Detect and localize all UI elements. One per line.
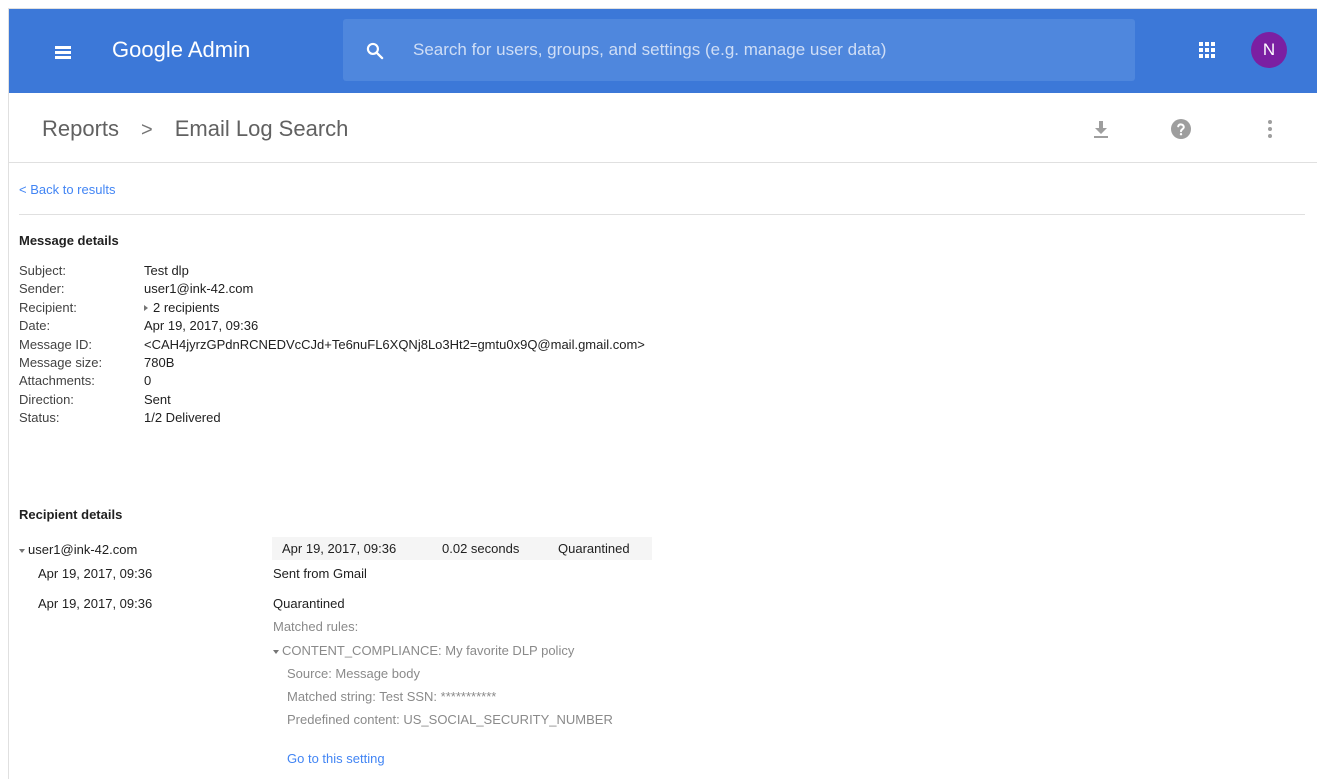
expand-arrow-icon[interactable]	[144, 305, 148, 312]
detail-row-status: Status: 1/2 Delivered	[19, 409, 645, 427]
detail-value: 780B	[144, 354, 175, 370]
collapse-arrow-icon[interactable]	[273, 649, 279, 654]
breadcrumb: Reports > Email Log Search	[42, 115, 348, 144]
message-details-heading: Message details	[19, 233, 119, 248]
collapse-arrow-icon[interactable]	[19, 548, 25, 553]
divider	[19, 214, 1305, 215]
recipients-expander[interactable]: 2 recipients	[144, 300, 219, 315]
apps-grid-icon[interactable]	[1199, 42, 1215, 58]
rule-toggle[interactable]: CONTENT_COMPLIANCE: My favorite DLP poli…	[273, 643, 574, 658]
recipient-address: user1@ink-42.com	[28, 542, 138, 557]
search-box[interactable]	[343, 19, 1135, 81]
detail-row-direction: Direction: Sent	[19, 391, 645, 409]
recipient-toggle[interactable]: user1@ink-42.com	[19, 542, 137, 557]
app-title[interactable]: Google Admin	[112, 35, 250, 65]
event-date: Apr 19, 2017, 09:36	[38, 596, 153, 611]
page-header: Reports > Email Log Search	[9, 93, 1317, 163]
back-to-results-link[interactable]: < Back to results	[19, 182, 115, 197]
detail-value: Apr 19, 2017, 09:36	[144, 318, 259, 334]
summary-date: Apr 19, 2017, 09:36	[282, 541, 397, 556]
detail-value: <CAH4jyrzGPdnRCNEDVcCJd+Te6nuFL6XQNj8Lo3…	[144, 336, 645, 352]
admin-window: Google Admin N Reports > Email Log Search	[8, 8, 1317, 779]
rule-predefined-content: Predefined content: US_SOCIAL_SECURITY_N…	[287, 712, 613, 727]
more-vert-icon[interactable]	[1258, 117, 1282, 141]
breadcrumb-reports[interactable]: Reports	[42, 116, 119, 141]
event-date: Apr 19, 2017, 09:36	[38, 566, 153, 581]
detail-value: Sent	[144, 391, 171, 407]
detail-label: Sender:	[19, 281, 65, 297]
detail-row-message-id: Message ID: <CAH4jyrzGPdnRCNEDVcCJd+Te6nu…	[19, 336, 645, 354]
summary-duration: 0.02 seconds	[442, 541, 520, 556]
recipient-summary: Apr 19, 2017, 09:36 0.02 seconds Quarant…	[272, 537, 652, 560]
detail-label: Recipient:	[19, 299, 77, 315]
menu-icon[interactable]	[55, 37, 77, 65]
detail-label: Attachments:	[19, 373, 95, 389]
detail-label: Message ID:	[19, 336, 92, 352]
summary-status: Quarantined	[558, 541, 630, 556]
help-icon[interactable]	[1169, 117, 1193, 141]
breadcrumb-separator: >	[141, 119, 153, 141]
matched-rules-label: Matched rules:	[273, 619, 359, 634]
message-details-list: Subject: Test dlp Sender: user1@ink-42.com…	[19, 262, 645, 428]
detail-value: 2 recipients	[153, 299, 220, 315]
app-bar: Google Admin N	[9, 9, 1317, 93]
detail-row-attachments: Attachments: 0	[19, 372, 645, 390]
detail-label: Date:	[19, 318, 51, 334]
detail-label: Message size:	[19, 354, 103, 370]
event-description: Quarantined	[273, 596, 345, 611]
rule-name: CONTENT_COMPLIANCE: My favorite DLP poli…	[282, 643, 575, 658]
detail-value: 1/2 Delivered	[144, 410, 221, 426]
detail-value: Test dlp	[144, 263, 189, 278]
download-icon[interactable]	[1089, 117, 1113, 141]
detail-row-sender: Sender: user1@ink-42.com	[19, 280, 645, 298]
detail-row-recipient: Recipient: 2 recipients	[19, 299, 645, 317]
detail-row-date: Date: Apr 19, 2017, 09:36	[19, 317, 645, 335]
go-to-setting-link[interactable]: Go to this setting	[287, 751, 385, 766]
detail-value: 0	[144, 373, 152, 389]
detail-row-message-size: Message size: 780B	[19, 354, 645, 372]
page-title: Email Log Search	[174, 116, 349, 141]
search-input[interactable]	[413, 33, 1113, 67]
recipient-details-heading: Recipient details	[19, 507, 123, 522]
detail-value: user1@ink-42.com	[144, 281, 254, 297]
detail-row-subject: Subject: Test dlp	[19, 262, 645, 280]
detail-label: Direction:	[19, 391, 74, 407]
rule-source: Source: Message body	[287, 666, 420, 681]
detail-label: Subject:	[19, 263, 66, 278]
rule-matched-string: Matched string: Test SSN: ***********	[287, 689, 497, 704]
event-description: Sent from Gmail	[273, 566, 367, 581]
avatar[interactable]: N	[1251, 32, 1287, 68]
detail-label: Status:	[19, 410, 60, 426]
search-icon[interactable]	[365, 41, 385, 61]
